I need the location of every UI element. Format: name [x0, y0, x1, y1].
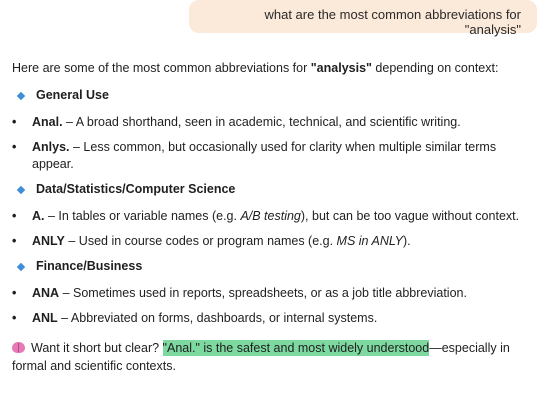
abbreviation-term: ANL — [32, 311, 58, 325]
section-title: Finance/Business — [36, 259, 143, 273]
abbreviation-term: ANLY — [32, 234, 65, 248]
list-item: • ANLY – Used in course codes or program… — [12, 233, 534, 250]
list-item: • Anal. – A broad shorthand, seen in aca… — [12, 114, 534, 131]
abbreviation-example: A/B testing — [240, 209, 301, 223]
user-message-text: what are the most common abbreviations f… — [264, 7, 521, 37]
list-item-text: ANA – Sometimes used in reports, spreads… — [32, 285, 534, 302]
blue-diamond-icon — [16, 185, 26, 194]
abbreviation-term: A. — [32, 209, 45, 223]
abbreviation-description: – Used in course codes or program names … — [64, 234, 337, 248]
intro-after: depending on context: — [371, 61, 499, 75]
closing-before: Want it short but clear? — [31, 341, 163, 355]
list-item: • Anlys. – Less common, but occasionally… — [12, 139, 534, 173]
section-title: Data/Statistics/Computer Science — [36, 182, 236, 196]
brain-icon — [12, 342, 25, 353]
abbreviation-description: – Less common, but occasionally used for… — [32, 140, 497, 171]
highlighted-text: "Anal." is the safest and most widely un… — [162, 340, 430, 356]
bullet-icon: • — [12, 286, 17, 300]
list-item-text: Anlys. – Less common, but occasionally u… — [32, 139, 534, 173]
abbreviation-term: Anal. — [32, 115, 63, 129]
user-message-bubble: what are the most common abbreviations f… — [189, 0, 537, 37]
blue-diamond-icon — [16, 262, 26, 271]
section-title: General Use — [36, 88, 109, 102]
section-heading-finance-business: Finance/Business — [12, 258, 534, 275]
abbreviation-description-end: ), but can be too vague without context. — [300, 209, 520, 223]
abbreviation-term: Anlys. — [32, 140, 70, 154]
section-heading-general-use: General Use — [12, 87, 534, 104]
abbreviation-description: – A broad shorthand, seen in academic, t… — [62, 115, 461, 129]
bullet-icon: • — [12, 311, 17, 325]
abbreviation-description: – Abbreviated on forms, dashboards, or i… — [57, 311, 378, 325]
abbreviation-description: – In tables or variable names (e.g. — [44, 209, 241, 223]
section-heading-data-statistics: Data/Statistics/Computer Science — [12, 181, 534, 198]
list-item-text: ANL – Abbreviated on forms, dashboards, … — [32, 310, 534, 327]
list-item: • A. – In tables or variable names (e.g.… — [12, 208, 534, 225]
list-item: • ANL – Abbreviated on forms, dashboards… — [12, 310, 534, 327]
intro-paragraph: Here are some of the most common abbrevi… — [12, 60, 534, 77]
abbreviation-term: ANA — [32, 286, 60, 300]
intro-before: Here are some of the most common abbrevi… — [12, 61, 311, 75]
assistant-response: Here are some of the most common abbrevi… — [12, 60, 534, 388]
bullet-icon: • — [12, 234, 17, 248]
bullet-icon: • — [12, 209, 17, 223]
list-item-text: A. – In tables or variable names (e.g. A… — [32, 208, 534, 225]
intro-bold: "analysis" — [310, 61, 372, 75]
abbreviation-example: MS in ANLY — [336, 234, 404, 248]
abbreviation-description-end: ). — [403, 234, 411, 248]
blue-diamond-icon — [16, 91, 26, 100]
list-item-text: Anal. – A broad shorthand, seen in acade… — [32, 114, 534, 131]
list-item-text: ANLY – Used in course codes or program n… — [32, 233, 534, 250]
bullet-icon: • — [12, 115, 17, 129]
abbreviation-description: – Sometimes used in reports, spreadsheet… — [59, 286, 467, 300]
bullet-icon: • — [12, 140, 17, 154]
list-item: • ANA – Sometimes used in reports, sprea… — [12, 285, 534, 302]
closing-paragraph: Want it short but clear? "Anal." is the … — [12, 339, 534, 375]
chat-page: what are the most common abbreviations f… — [0, 0, 545, 411]
